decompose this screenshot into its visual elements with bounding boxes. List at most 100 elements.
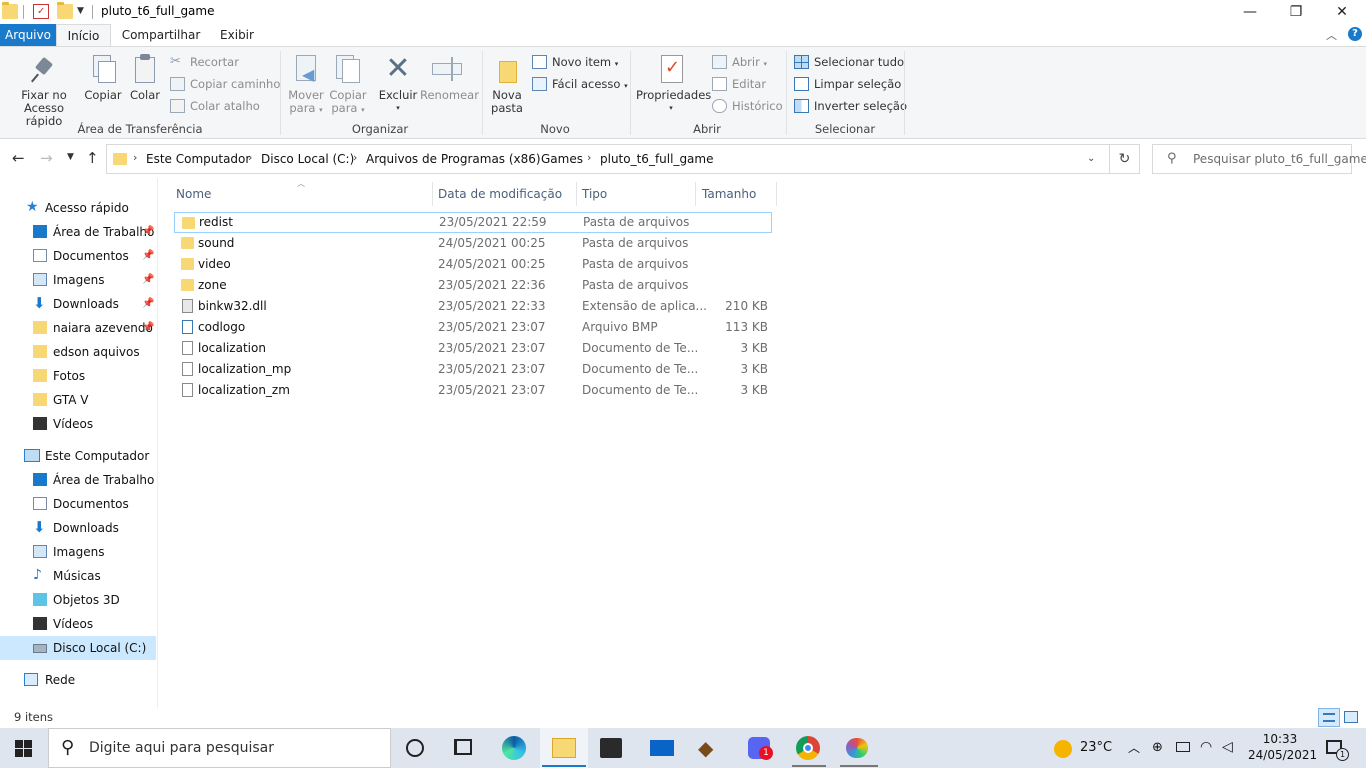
sidebar-item-rede[interactable]: Rede (0, 668, 156, 692)
task-view-icon[interactable] (454, 739, 472, 755)
copy-button[interactable]: Copiar (84, 53, 122, 102)
tab-inicio[interactable]: Início (56, 24, 111, 46)
edge-icon[interactable] (502, 736, 526, 760)
search-box[interactable]: ⚲ Pesquisar pluto_t6_full_game (1152, 144, 1366, 174)
file-row[interactable]: localization 23/05/2021 23:07 Documento de… (174, 338, 772, 359)
show-hidden-icons-chevron-icon[interactable]: ︿ (1128, 739, 1140, 756)
easy-access-button[interactable]: Fácil acesso ▾ (532, 75, 628, 93)
file-row[interactable]: localization_mp 23/05/2021 23:07 Documento… (174, 359, 772, 380)
pin-quick-access-button[interactable]: Fixar no Acesso rápido (6, 53, 82, 128)
column-separator[interactable] (695, 182, 696, 206)
sidebar-item-pc-4[interactable]: ♪ Músicas (0, 564, 156, 588)
discord-icon[interactable]: 1 (748, 737, 773, 760)
maximize-button[interactable]: ❐ (1273, 0, 1319, 24)
column-separator[interactable] (776, 182, 777, 206)
sidebar-item-quick-7[interactable]: GTA V (0, 388, 156, 412)
file-explorer-taskbar-button[interactable] (540, 728, 588, 768)
open-button[interactable]: Abrir ▾ (712, 53, 767, 71)
collapse-ribbon-icon[interactable]: ︿ (1326, 27, 1337, 43)
file-row[interactable]: codlogo 23/05/2021 23:07 Arquivo BMP 113 KB (174, 317, 772, 338)
windows-start-icon[interactable] (15, 740, 32, 757)
taskbar-search-box[interactable]: ⚲ Digite aqui para pesquisar (48, 728, 391, 768)
move-to-button[interactable]: ◀ Mover para ▾ (286, 53, 326, 117)
tab-compartilhar[interactable]: Compartilhar (118, 24, 204, 46)
sidebar-item-quick-5[interactable]: edson aquivos (0, 340, 156, 364)
large-icons-view-icon[interactable] (1344, 711, 1358, 723)
sidebar-item-pc-5[interactable]: Objetos 3D (0, 588, 156, 612)
breadcrumb-chevron-icon[interactable]: › (528, 151, 532, 164)
clock[interactable]: 10:33 24/05/2021 (1248, 732, 1317, 762)
sidebar-item-quick-2[interactable]: Imagens 📌 (0, 268, 156, 292)
sidebar-item-quick-0[interactable]: Área de Trabalho 📌 (0, 220, 156, 244)
recent-locations-chevron-icon[interactable]: ▼ (67, 152, 74, 162)
history-button[interactable]: Histórico (712, 97, 783, 115)
file-row[interactable]: video 24/05/2021 00:25 Pasta de arquivos (174, 254, 772, 275)
close-button[interactable]: ✕ (1319, 0, 1365, 24)
tab-exibir[interactable]: Exibir (212, 24, 262, 46)
rename-button[interactable]: Renomear (420, 53, 479, 102)
sidebar-item-quick-8[interactable]: Vídeos (0, 412, 156, 436)
game-app-icon[interactable]: ◆ (698, 737, 722, 761)
column-separator[interactable] (432, 182, 433, 206)
breadcrumb-games[interactable]: Games (541, 152, 583, 166)
sidebar-item-acesso-rapido[interactable]: ★ Acesso rápido (0, 196, 156, 220)
chrome-icon[interactable] (796, 736, 820, 760)
taskbar-search-input[interactable]: Digite aqui para pesquisar (89, 740, 274, 756)
sidebar-item-pc-2[interactable]: ⬇ Downloads (0, 516, 156, 540)
sidebar-item-quick-4[interactable]: naiara azevendo 📌 (0, 316, 156, 340)
breadcrumb-arquivos-de-programas[interactable]: Arquivos de Programas (x86) (366, 152, 541, 166)
sidebar-item-quick-1[interactable]: Documentos 📌 (0, 244, 156, 268)
copy-to-button[interactable]: Copiar para ▾ (328, 53, 368, 117)
breadcrumb-chevron-icon[interactable]: › (133, 151, 137, 164)
column-header-size[interactable]: Tamanho (702, 187, 756, 201)
new-item-button[interactable]: Novo item ▾ (532, 53, 618, 71)
sidebar-item-pc-3[interactable]: Imagens (0, 540, 156, 564)
column-header-type[interactable]: Tipo (582, 187, 607, 201)
file-row[interactable]: zone 23/05/2021 22:36 Pasta de arquivos (174, 275, 772, 296)
paste-shortcut-button[interactable]: Colar atalho (170, 97, 260, 115)
store-icon[interactable] (600, 738, 622, 758)
address-dropdown-chevron-icon[interactable]: ⌄ (1087, 153, 1095, 164)
new-folder-button[interactable]: Nova pasta (488, 53, 526, 115)
breadcrumb-disco-local[interactable]: Disco Local (C:) (261, 152, 354, 166)
sidebar-item-este-computador[interactable]: Este Computador (0, 444, 156, 468)
sidebar-item-pc-1[interactable]: Documentos (0, 492, 156, 516)
edit-button[interactable]: Editar (712, 75, 766, 93)
cortana-icon[interactable] (406, 739, 424, 757)
minimize-button[interactable]: — (1227, 0, 1273, 24)
weather-temperature[interactable]: 23°C (1080, 740, 1112, 755)
search-input[interactable]: Pesquisar pluto_t6_full_game (1193, 152, 1366, 166)
battery-icon[interactable] (1176, 742, 1190, 752)
copy-path-button[interactable]: Copiar caminho (170, 75, 280, 93)
details-view-icon[interactable] (1318, 708, 1340, 727)
select-all-button[interactable]: Selecionar tudo (794, 53, 904, 71)
new-folder-quick-icon[interactable] (57, 2, 73, 19)
properties-button[interactable]: ✓ Propriedades ▾ (636, 53, 711, 115)
sidebar-item-pc-6[interactable]: Vídeos (0, 612, 156, 636)
column-separator[interactable] (576, 182, 577, 206)
column-header-date[interactable]: Data de modificação (438, 187, 562, 201)
breadcrumb-este-computador[interactable]: Este Computador (146, 152, 250, 166)
sidebar-item-quick-3[interactable]: ⬇ Downloads 📌 (0, 292, 156, 316)
up-arrow-icon[interactable]: ↑ (86, 149, 99, 167)
meet-now-icon[interactable]: ⊕ (1152, 740, 1163, 755)
address-bar[interactable]: › Este Computador › Disco Local (C:) › A… (106, 144, 1110, 174)
properties-quick-icon[interactable]: ✓ (33, 4, 49, 19)
file-row[interactable]: sound 24/05/2021 00:25 Pasta de arquivos (174, 233, 772, 254)
delete-button[interactable]: ✕ Excluir ▾ (376, 53, 420, 115)
breadcrumb-chevron-icon[interactable]: › (353, 151, 357, 164)
paint-icon[interactable] (846, 738, 868, 758)
file-row[interactable]: redist 23/05/2021 22:59 Pasta de arquivos (174, 212, 772, 233)
paste-button[interactable]: Colar (126, 53, 164, 102)
help-icon[interactable]: ? (1348, 27, 1362, 41)
sidebar-item-quick-6[interactable]: Fotos (0, 364, 156, 388)
wifi-icon[interactable]: ◠ (1200, 739, 1212, 755)
tab-arquivo[interactable]: Arquivo (0, 24, 56, 46)
refresh-icon[interactable]: ↻ (1110, 144, 1140, 174)
sidebar-item-pc-0[interactable]: Área de Trabalho (0, 468, 156, 492)
forward-arrow-icon[interactable]: → (40, 149, 53, 167)
mail-icon[interactable] (650, 740, 674, 756)
notification-center-icon[interactable]: 1 (1326, 740, 1349, 761)
invert-selection-button[interactable]: Inverter seleção (794, 97, 907, 115)
customize-quick-access-icon[interactable]: ▼ (77, 6, 84, 16)
